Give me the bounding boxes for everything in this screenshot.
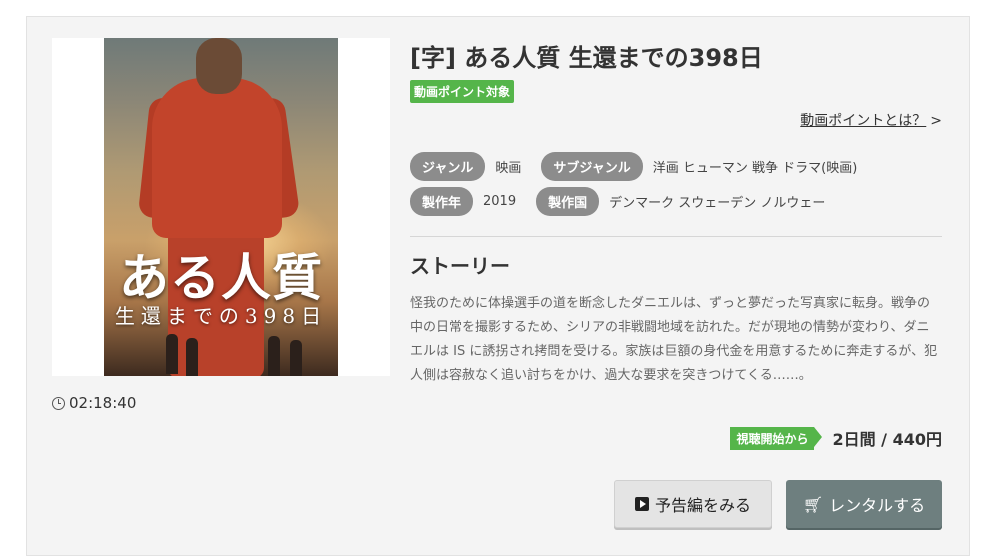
chevron-right-icon: >	[930, 113, 942, 129]
price-text: 2日間 / 440円	[832, 430, 942, 449]
page-title: [字] ある人質 生還までの398日	[410, 44, 763, 72]
country-value: デンマーク スウェーデン ノルウェー	[609, 196, 826, 211]
viewing-period-badge: 視聴開始から	[730, 426, 823, 450]
subgenre-value: 洋画 ヒューマン 戦争 ドラマ(映画)	[652, 161, 858, 176]
poster-figure-body	[152, 78, 282, 238]
poster-figure-head	[196, 38, 242, 94]
price-row: 視聴開始から 2日間 / 440円	[730, 426, 942, 450]
story-text: 怪我のために体操選手の道を断念したダニエルは、ずっと夢だった写真家に転身。戦争の…	[410, 296, 938, 383]
section-divider	[410, 236, 942, 237]
poster-silhouette	[186, 338, 198, 376]
cart-icon: 🛒︎	[802, 494, 824, 514]
rental-button-label: レンタルする	[829, 496, 926, 515]
poster-subtitle: 生還までの398日	[114, 304, 328, 328]
rental-button[interactable]: 🛒︎ レンタルする	[786, 480, 942, 528]
meta-row-genre: ジャンル 映画 サブジャンル 洋画 ヒューマン 戦争 ドラマ(映画)	[410, 152, 867, 181]
country-label: 製作国	[536, 187, 600, 216]
duration: 02:18:40	[52, 394, 136, 412]
poster-silhouette	[166, 334, 178, 374]
story-heading: ストーリー	[410, 254, 510, 278]
poster-frame: ある人質 生還までの398日	[52, 38, 390, 376]
meta-row-production: 製作年 2019 製作国 デンマーク スウェーデン ノルウェー	[410, 187, 835, 216]
play-icon	[634, 497, 649, 511]
clock-icon	[52, 396, 65, 410]
genre-label: ジャンル	[410, 152, 486, 181]
subgenre-label: サブジャンル	[541, 152, 643, 181]
trailer-button[interactable]: 予告編をみる	[614, 480, 772, 528]
points-eligible-badge: 動画ポイント対象	[410, 80, 515, 103]
duration-text: 02:18:40	[69, 394, 137, 412]
points-info-link[interactable]: 動画ポイントとは？ >	[800, 110, 942, 130]
trailer-button-label: 予告編をみる	[654, 496, 751, 515]
genre-value: 映画	[495, 161, 522, 176]
year-value: 2019	[483, 194, 517, 209]
points-info-link-label[interactable]: 動画ポイントとは？	[800, 113, 926, 129]
year-label: 製作年	[410, 187, 474, 216]
poster-image[interactable]: ある人質 生還までの398日	[104, 38, 338, 376]
poster-silhouette	[290, 340, 302, 376]
poster-silhouette	[268, 336, 280, 376]
